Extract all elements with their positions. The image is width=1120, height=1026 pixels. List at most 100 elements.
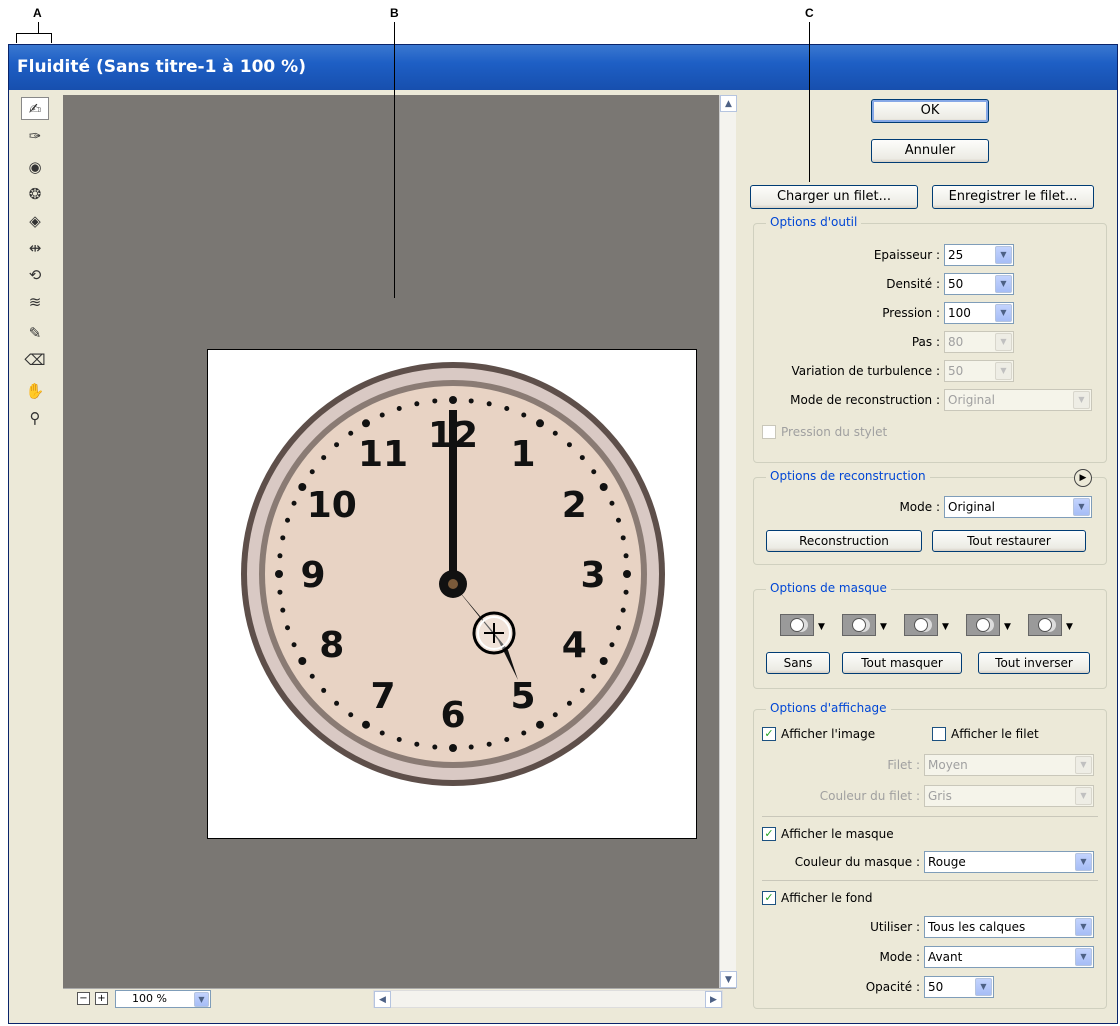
chevron-down-icon[interactable]: ▼	[194, 992, 209, 1007]
zoom-value: 100 %	[132, 992, 167, 1005]
play-icon[interactable]: ▶	[1074, 469, 1092, 487]
zoom-select[interactable]: 100 % ▼	[115, 990, 211, 1008]
show-mask-checkbox[interactable]: ✓ Afficher le masque	[762, 826, 894, 842]
use-select[interactable]: Tous les calques ▼	[924, 916, 1094, 938]
show-backdrop-box[interactable]: ✓	[762, 891, 776, 905]
clock-dot	[298, 483, 307, 491]
mask-intersect-icon[interactable]	[966, 614, 1000, 636]
mask-color-label: Couleur du masque :	[794, 855, 920, 869]
warp-icon[interactable]: ✍	[21, 97, 49, 120]
callout-b-leader	[394, 22, 395, 298]
show-image-checkbox[interactable]: ✓ Afficher l'image	[762, 726, 875, 742]
chevron-down-icon[interactable]: ▼	[1075, 918, 1092, 936]
clock-dot	[486, 741, 492, 747]
chevron-down-icon[interactable]: ▼	[942, 622, 949, 632]
clock-number: 6	[440, 695, 465, 736]
save-mesh-button[interactable]: Enregistrer le filet...	[932, 185, 1094, 209]
clock-dot	[521, 412, 527, 418]
horizontal-scrollbar[interactable]: ◀ ▶	[373, 990, 723, 1008]
invert-all-button[interactable]: Tout inverser	[978, 652, 1090, 674]
turbulence-icon[interactable]: ≋	[21, 290, 49, 313]
clock-dot	[579, 455, 585, 461]
clock-dot	[309, 673, 315, 679]
pressure-select[interactable]: 100 ▼	[944, 302, 1014, 324]
push-left-icon[interactable]: ⇹	[21, 236, 49, 259]
mask-all-button[interactable]: Tout masquer	[842, 652, 962, 674]
show-mesh-box[interactable]	[932, 727, 946, 741]
mesh-size-select[interactable]: Moyen ▼	[924, 754, 1094, 776]
vertical-scrollbar[interactable]: ▲ ▼	[719, 95, 737, 988]
scroll-up-icon[interactable]: ▲	[720, 95, 737, 112]
mask-add-icon[interactable]	[842, 614, 876, 636]
turbulent-jitter-select[interactable]: 50 ▼	[944, 360, 1014, 382]
brush-size-select[interactable]: 25 ▼	[944, 244, 1014, 266]
scroll-right-icon[interactable]: ▶	[705, 991, 722, 1008]
toolbox: ✍ ✑ ◉ ❂ ◈ ⇹ ⟲ ≋ ✎ ⌫ ✋ ⚲	[21, 97, 51, 433]
chevron-down-icon[interactable]: ▼	[975, 978, 992, 996]
bloat-icon[interactable]: ◈	[21, 209, 49, 232]
chevron-down-icon[interactable]: ▼	[1066, 622, 1073, 632]
opacity-select[interactable]: 50 ▼	[924, 976, 994, 998]
chevron-down-icon[interactable]: ▼	[995, 246, 1012, 264]
thaw-mask-icon[interactable]: ⌫	[21, 348, 49, 371]
mask-options-group: Options de masque ▼ ▼ ▼ ▼ ▼ Sans Tout ma…	[753, 581, 1107, 689]
clock-dot	[321, 455, 327, 461]
mask-color-select[interactable]: Rouge ▼	[924, 851, 1094, 873]
hand-icon[interactable]: ✋	[21, 379, 49, 402]
show-mask-box[interactable]: ✓	[762, 827, 776, 841]
mask-invert-icon[interactable]	[1028, 614, 1062, 636]
chevron-down-icon[interactable]: ▼	[818, 622, 825, 632]
reconstruct-button[interactable]: Reconstruction	[766, 530, 922, 552]
chevron-down-icon[interactable]: ▼	[1073, 391, 1090, 409]
freeze-mask-icon[interactable]: ✎	[21, 321, 49, 344]
mesh-color-select[interactable]: Gris ▼	[924, 785, 1094, 807]
show-image-box[interactable]: ✓	[762, 727, 776, 741]
twirl-icon[interactable]: ◉	[21, 155, 49, 178]
zoom-out-button[interactable]: −	[77, 992, 90, 1005]
mirror-icon[interactable]: ⟲	[21, 263, 49, 286]
clock-dot	[291, 642, 297, 648]
scroll-left-icon[interactable]: ◀	[374, 991, 391, 1008]
zoom-in-button[interactable]: +	[95, 992, 108, 1005]
chevron-down-icon[interactable]: ▼	[995, 333, 1012, 351]
chevron-down-icon[interactable]: ▼	[1075, 948, 1092, 966]
mask-subtract-icon[interactable]	[904, 614, 938, 636]
ok-button[interactable]: OK	[871, 99, 989, 123]
clock-dot	[552, 430, 558, 436]
reconstruct-icon[interactable]: ✑	[21, 124, 49, 147]
backdrop-mode-select[interactable]: Avant ▼	[924, 946, 1094, 968]
chevron-down-icon[interactable]: ▼	[995, 304, 1012, 322]
chevron-down-icon[interactable]: ▼	[1075, 787, 1092, 805]
chevron-down-icon[interactable]: ▼	[995, 362, 1012, 380]
mask-replace-icon[interactable]	[780, 614, 814, 636]
restore-all-button[interactable]: Tout restaurer	[932, 530, 1086, 552]
load-mesh-button[interactable]: Charger un filet...	[750, 185, 918, 209]
clock-number: 10	[307, 485, 357, 526]
pucker-icon[interactable]: ❂	[21, 182, 49, 205]
show-mesh-checkbox[interactable]: Afficher le filet	[932, 726, 1039, 742]
reconstruct-mode-select-active[interactable]: Original ▼	[944, 496, 1092, 518]
rate-select[interactable]: 80 ▼	[944, 331, 1014, 353]
chevron-down-icon[interactable]: ▼	[880, 622, 887, 632]
stylus-pressure-checkbox[interactable]: Pression du stylet	[762, 424, 887, 440]
cancel-button[interactable]: Annuler	[871, 139, 989, 163]
chevron-down-icon[interactable]: ▼	[1073, 498, 1090, 516]
density-select[interactable]: 50 ▼	[944, 273, 1014, 295]
backdrop-mode-label: Mode :	[879, 950, 920, 964]
stylus-pressure-box[interactable]	[762, 425, 776, 439]
preview-canvas[interactable]: 121234567891011	[63, 95, 719, 988]
pressure-label: Pression :	[882, 306, 940, 320]
chevron-down-icon[interactable]: ▼	[995, 275, 1012, 293]
clock-dot	[615, 517, 621, 523]
show-backdrop-checkbox[interactable]: ✓ Afficher le fond	[762, 890, 872, 906]
chevron-down-icon[interactable]: ▼	[1075, 756, 1092, 774]
chevron-down-icon[interactable]: ▼	[1004, 622, 1011, 632]
zoom-icon[interactable]: ⚲	[21, 406, 49, 429]
chevron-down-icon[interactable]: ▼	[1075, 853, 1092, 871]
clock-dot	[432, 398, 438, 404]
tool-options-group: Options d'outil Epaisseur : 25 ▼ Densité …	[753, 215, 1107, 463]
mask-none-button[interactable]: Sans	[766, 652, 830, 674]
reconstruct-mode-select[interactable]: Original ▼	[944, 389, 1092, 411]
clock-dot	[504, 736, 510, 742]
scroll-down-icon[interactable]: ▼	[720, 971, 737, 988]
